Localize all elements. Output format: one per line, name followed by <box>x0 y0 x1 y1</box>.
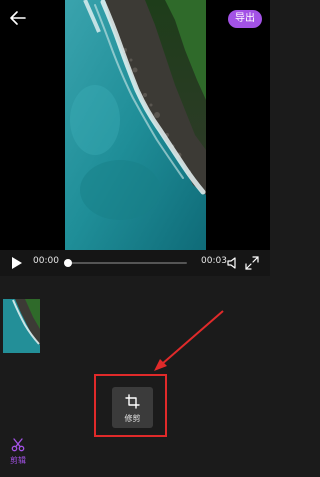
clip-thumbnail-image <box>3 299 40 353</box>
seek-handle[interactable] <box>64 259 72 267</box>
volume-icon[interactable] <box>226 256 240 270</box>
arrow-left-icon <box>10 11 26 25</box>
crop-tool-label: 修剪 <box>124 414 141 423</box>
crop-icon <box>125 394 140 409</box>
fullscreen-icon[interactable] <box>245 256 259 270</box>
export-button[interactable]: 导出 <box>228 10 262 28</box>
current-time: 00:00 <box>33 256 59 266</box>
crop-tool-button[interactable]: 修剪 <box>112 387 153 428</box>
total-time: 00:03 <box>201 256 227 266</box>
play-icon[interactable] <box>11 256 23 270</box>
tab-edit[interactable]: 剪辑 <box>6 438 30 472</box>
video-preview-area: 导出 <box>0 0 270 250</box>
seek-bar[interactable] <box>66 262 187 264</box>
clip-thumbnail[interactable] <box>3 299 40 353</box>
video-image <box>65 0 206 250</box>
player-controls: 00:00 00:03 <box>0 250 270 276</box>
tab-edit-label: 剪辑 <box>10 456 26 465</box>
scissors-icon <box>11 438 25 452</box>
video-frame[interactable] <box>65 0 206 250</box>
back-button[interactable] <box>8 8 28 28</box>
